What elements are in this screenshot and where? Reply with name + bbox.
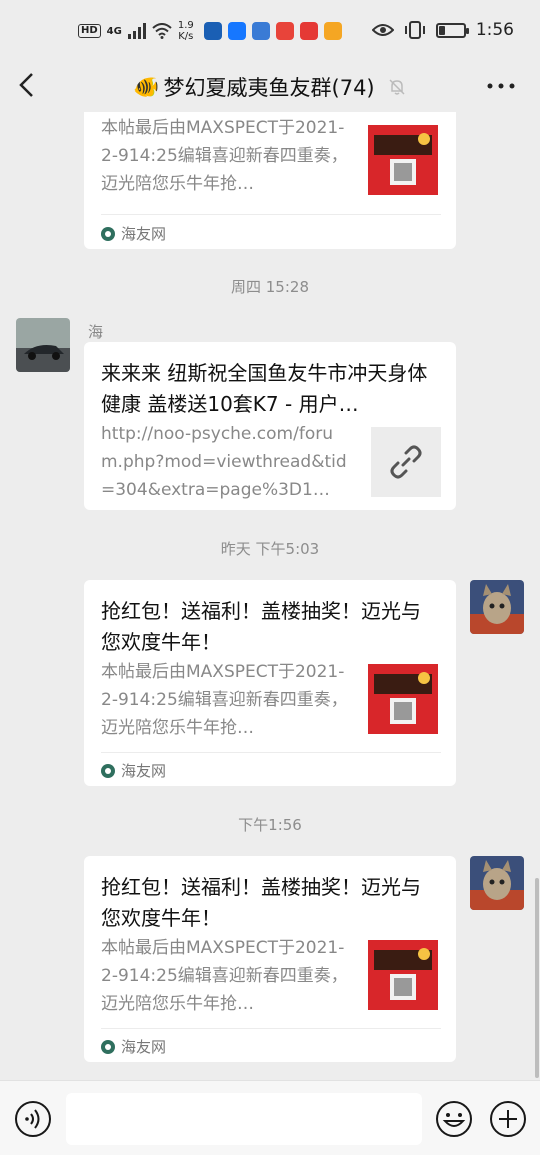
card-divider bbox=[101, 1028, 441, 1029]
hd-indicator: HD bbox=[78, 24, 101, 38]
input-bar bbox=[0, 1080, 540, 1155]
app-notification-icon bbox=[299, 22, 318, 40]
emoji-icon[interactable] bbox=[435, 1100, 473, 1138]
battery-level bbox=[438, 25, 446, 35]
battery-icon bbox=[435, 22, 469, 38]
article-description: 本帖最后由MAXSPECT于2021-2-914:25编辑喜迎新春四重奏，迈光陪… bbox=[101, 662, 348, 738]
bell-muted-icon bbox=[389, 79, 405, 95]
message-timestamp: 周四 15:28 bbox=[231, 278, 309, 296]
fish-emoji: 🐠 bbox=[133, 74, 160, 99]
article-description: 本帖最后由MAXSPECT于2021-2-914:25编辑喜迎新春四重奏，迈光陪… bbox=[101, 118, 348, 194]
eye-icon bbox=[371, 24, 394, 36]
plus-icon[interactable] bbox=[489, 1100, 527, 1138]
source-name: 海友网 bbox=[121, 1038, 167, 1056]
article-thumbnail bbox=[368, 125, 438, 195]
signal-icon bbox=[127, 23, 146, 39]
avatar[interactable] bbox=[470, 856, 524, 910]
chat-title: 🐠 梦幻夏威夷鱼友群(74) bbox=[133, 72, 406, 102]
article-card[interactable]: 抢红包！送福利！盖楼抽奖！迈光与您欢度牛年！ 本帖最后由MAXSPECT于202… bbox=[84, 856, 456, 1062]
status-bar: HD 4G 1.9 K/s 1:56 bbox=[0, 0, 540, 62]
app-notification-icon bbox=[275, 22, 294, 40]
app-notification-icon bbox=[251, 22, 270, 40]
article-card[interactable]: 本帖最后由MAXSPECT于2021-2-914:25编辑喜迎新春四重奏，迈光陪… bbox=[84, 112, 456, 249]
message-input[interactable] bbox=[66, 1093, 422, 1145]
more-dots-icon[interactable] bbox=[486, 74, 516, 98]
avatar[interactable] bbox=[470, 580, 524, 634]
article-source: 海友网 bbox=[101, 760, 166, 781]
source-logo-icon bbox=[101, 1039, 115, 1054]
status-left: HD 4G 1.9 K/s bbox=[78, 20, 342, 42]
link-icon bbox=[390, 445, 422, 479]
card-divider bbox=[101, 214, 441, 215]
article-description: 本帖最后由MAXSPECT于2021-2-914:25编辑喜迎新春四重奏，迈光陪… bbox=[101, 938, 348, 1014]
article-title: 抢红包！送福利！盖楼抽奖！迈光与您欢度牛年！ bbox=[101, 599, 421, 654]
article-thumbnail bbox=[368, 940, 438, 1010]
speed-unit: K/s bbox=[178, 31, 194, 42]
app-notification-icon bbox=[323, 22, 342, 40]
back-arrow-icon[interactable] bbox=[14, 70, 44, 100]
vibrate-icon bbox=[404, 21, 425, 39]
article-source: 海友网 bbox=[101, 223, 166, 244]
chat-header: 🐠 梦幻夏威夷鱼友群(74) bbox=[0, 62, 540, 112]
alipay-icon bbox=[227, 22, 246, 40]
avatar[interactable] bbox=[16, 318, 70, 372]
clock: 1:56 bbox=[475, 20, 514, 40]
speed-value: 1.9 bbox=[177, 20, 194, 31]
message-timestamp: 昨天 下午5:03 bbox=[220, 540, 320, 558]
network-speed: 1.9 K/s bbox=[178, 20, 194, 42]
wifi-icon bbox=[152, 23, 172, 39]
app-notification-icon bbox=[203, 22, 222, 40]
source-logo-icon bbox=[101, 226, 115, 241]
source-name: 海友网 bbox=[121, 762, 167, 780]
source-name: 海友网 bbox=[121, 225, 167, 243]
link-url: http://noo-psyche.com/forum.php?mod=view… bbox=[101, 424, 347, 500]
message-timestamp: 下午1:56 bbox=[238, 816, 302, 834]
sender-name: 海 bbox=[88, 323, 104, 341]
network-type: 4G bbox=[106, 25, 122, 37]
link-thumbnail bbox=[371, 427, 441, 497]
voice-icon[interactable] bbox=[14, 1100, 52, 1138]
link-card[interactable]: 来来来 纽斯祝全国鱼友牛市冲天身体健康 盖楼送10套K7 - 用户… http:… bbox=[84, 342, 456, 510]
link-title: 来来来 纽斯祝全国鱼友牛市冲天身体健康 盖楼送10套K7 - 用户… bbox=[101, 361, 428, 416]
article-title: 抢红包！送福利！盖楼抽奖！迈光与您欢度牛年！ bbox=[101, 875, 421, 930]
article-thumbnail bbox=[368, 664, 438, 734]
source-logo-icon bbox=[101, 763, 115, 778]
card-divider bbox=[101, 752, 441, 753]
article-source: 海友网 bbox=[101, 1036, 166, 1057]
chat-area[interactable]: 本帖最后由MAXSPECT于2021-2-914:25编辑喜迎新春四重奏，迈光陪… bbox=[0, 112, 540, 1080]
status-right: 1:56 bbox=[371, 20, 514, 40]
group-name: 梦幻夏威夷鱼友群(74) bbox=[163, 76, 375, 100]
article-card[interactable]: 抢红包！送福利！盖楼抽奖！迈光与您欢度牛年！ 本帖最后由MAXSPECT于202… bbox=[84, 580, 456, 786]
scrollbar[interactable] bbox=[535, 878, 539, 1078]
